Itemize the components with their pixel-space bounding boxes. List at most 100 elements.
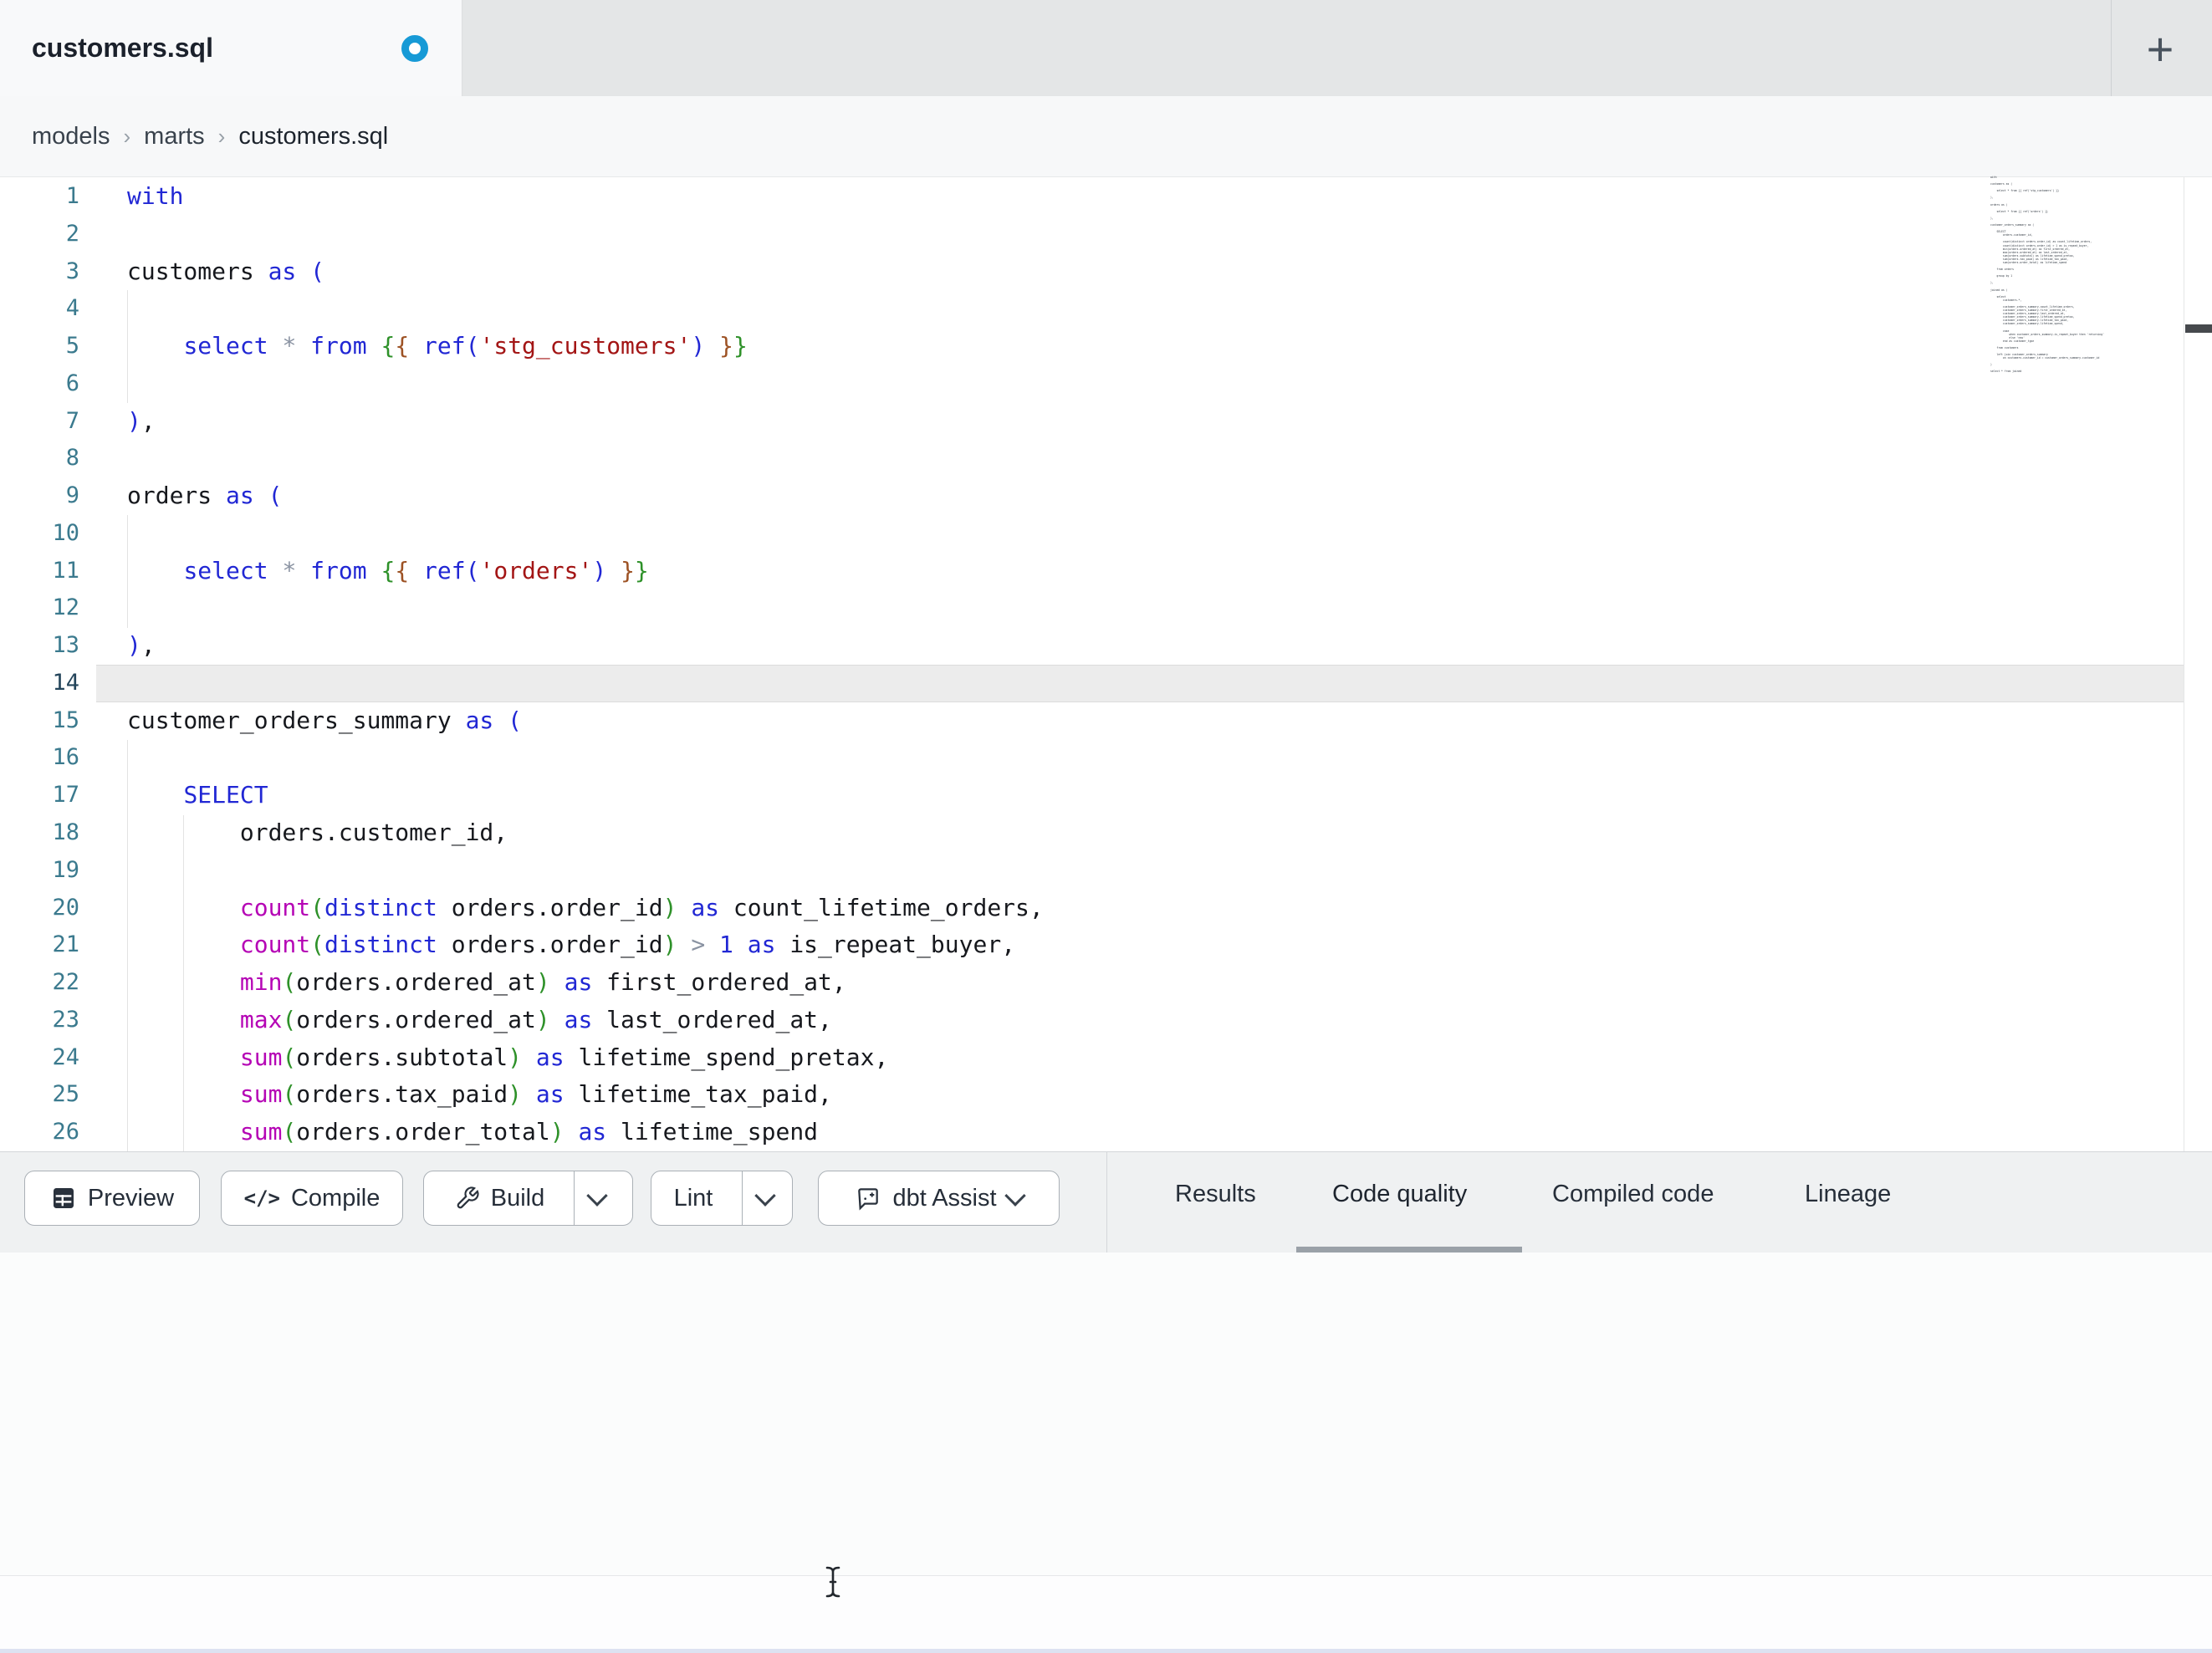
line-number: 25 bbox=[52, 1081, 79, 1108]
code-line[interactable]: 1 with bbox=[0, 178, 2184, 216]
code-line-text bbox=[96, 852, 2184, 890]
code-line[interactable]: 20 count(distinct orders.order_id) as co… bbox=[0, 890, 2184, 927]
preview-button-label: Preview bbox=[87, 1184, 175, 1212]
line-number: 14 bbox=[52, 669, 79, 696]
preview-button[interactable]: Preview bbox=[24, 1171, 200, 1226]
line-number: 9 bbox=[65, 482, 79, 509]
line-number: 20 bbox=[52, 894, 79, 921]
line-number: 7 bbox=[65, 407, 79, 434]
code-line[interactable]: 21 count(distinct orders.order_id) > 1 a… bbox=[0, 926, 2184, 964]
new-tab-button[interactable]: + bbox=[2124, 15, 2196, 82]
code-line-text: sum(orders.subtotal) as lifetime_spend_p… bbox=[239, 1043, 889, 1071]
code-brackets-icon: </> bbox=[243, 1186, 280, 1210]
code-line-text: orders as ( bbox=[127, 482, 283, 510]
build-dropdown-button[interactable] bbox=[574, 1171, 620, 1225]
code-line[interactable]: 7), bbox=[0, 403, 2184, 441]
tab-customers-sql[interactable]: customers.sql bbox=[0, 0, 462, 96]
code-line[interactable]: 16 bbox=[0, 739, 2184, 777]
tab-results[interactable]: Results bbox=[1175, 1181, 1256, 1208]
window-bottom-edge bbox=[0, 1649, 2212, 1653]
code-line[interactable]: 11 select * from {{ ref('orders') }} bbox=[0, 553, 2184, 590]
line-number: 24 bbox=[52, 1043, 79, 1070]
line-number: 18 bbox=[52, 819, 79, 846]
code-line[interactable]: 15 customer_orders_summary as ( bbox=[0, 702, 2184, 740]
minimap[interactable]: with customers as ( select * from {{ ref… bbox=[1990, 176, 2181, 380]
assist-sparkle-chat-icon bbox=[858, 1188, 879, 1211]
active-tab-underline bbox=[1296, 1247, 1522, 1253]
line-number: 26 bbox=[52, 1119, 79, 1145]
code-line[interactable]: 14 bbox=[0, 664, 2184, 702]
dbt-assist-button[interactable]: dbt Assist bbox=[818, 1171, 1060, 1226]
tab-bar: customers.sql + bbox=[0, 0, 2212, 96]
lint-button[interactable]: Lint bbox=[656, 1171, 732, 1225]
chevron-down-icon bbox=[754, 1185, 777, 1207]
indent-guide bbox=[127, 290, 128, 403]
line-number: 12 bbox=[52, 594, 79, 621]
breadcrumb: models › marts › customers.sql bbox=[32, 96, 388, 177]
lint-dropdown-button[interactable] bbox=[742, 1171, 788, 1225]
code-line-text: with bbox=[127, 182, 184, 210]
line-number: 10 bbox=[52, 519, 79, 546]
code-line[interactable]: 9 orders as ( bbox=[0, 477, 2184, 515]
code-line-text: count(distinct orders.order_id) > 1 as i… bbox=[239, 931, 1016, 959]
code-line[interactable]: 5 select * from {{ ref('stg_customers') … bbox=[0, 328, 2184, 365]
tab-code-quality[interactable]: Code quality bbox=[1332, 1181, 1467, 1208]
code-line-text bbox=[96, 589, 2184, 627]
code-line-text: max(orders.ordered_at) as last_ordered_a… bbox=[239, 1005, 832, 1033]
code-line-text: orders.customer_id, bbox=[127, 819, 508, 847]
code-line-text bbox=[96, 515, 2184, 553]
tab-title: customers.sql bbox=[32, 33, 213, 63]
code-line[interactable]: 24 sum(orders.subtotal) as lifetime_spen… bbox=[0, 1039, 2184, 1077]
line-number: 17 bbox=[52, 782, 79, 809]
code-line[interactable]: 12 bbox=[0, 589, 2184, 627]
breadcrumb-separator-icon: › bbox=[217, 124, 226, 149]
code-line[interactable]: 26 sum(orders.order_total) as lifetime_s… bbox=[0, 1114, 2184, 1151]
breadcrumb-bar: models › marts › customers.sql Save bbox=[0, 96, 2212, 265]
toolbar-tabs-divider bbox=[1106, 1152, 1107, 1253]
line-number: 2 bbox=[65, 220, 79, 247]
code-line-text: count(distinct orders.order_id) as count… bbox=[239, 893, 1044, 921]
code-line[interactable]: 18 orders.customer_id, bbox=[0, 814, 2184, 852]
chevron-down-icon bbox=[586, 1185, 608, 1207]
tab-compiled-code[interactable]: Compiled code bbox=[1552, 1181, 1714, 1208]
code-line[interactable]: 13), bbox=[0, 627, 2184, 665]
editor-scrollbar-thumb[interactable] bbox=[2185, 324, 2212, 333]
breadcrumb-separator-icon: › bbox=[123, 124, 131, 149]
code-line[interactable]: 6 bbox=[0, 365, 2184, 403]
dbt-assist-button-label: dbt Assist bbox=[892, 1184, 997, 1212]
wrench-icon bbox=[457, 1186, 479, 1209]
compile-button[interactable]: </> Compile bbox=[221, 1171, 403, 1226]
code-line[interactable]: 23 max(orders.ordered_at) as last_ordere… bbox=[0, 1002, 2184, 1039]
code-line[interactable]: 22 min(orders.ordered_at) as first_order… bbox=[0, 964, 2184, 1002]
tab-lineage[interactable]: Lineage bbox=[1805, 1181, 1891, 1208]
code-line[interactable]: 4 bbox=[0, 290, 2184, 328]
code-line[interactable]: 17 SELECT bbox=[0, 777, 2184, 814]
line-number: 15 bbox=[52, 707, 79, 733]
code-editor[interactable]: 1 with 2 3 customers as (4 5 select * from {{… bbox=[0, 177, 2212, 1151]
code-line-text bbox=[96, 365, 2184, 403]
build-button[interactable]: Build bbox=[437, 1171, 564, 1225]
breadcrumb-item-file: customers.sql bbox=[238, 123, 389, 150]
line-number: 11 bbox=[52, 557, 79, 584]
tabbar-divider bbox=[2111, 0, 2112, 96]
code-line-text bbox=[96, 440, 2184, 477]
code-line-text bbox=[96, 739, 2184, 777]
breadcrumb-item-marts[interactable]: marts bbox=[144, 123, 205, 151]
chevron-down-icon bbox=[1004, 1185, 1026, 1207]
code-quality-panel: </> There is nothing here Press the Lint… bbox=[0, 1253, 2212, 1575]
code-line[interactable]: 25 sum(orders.tax_paid) as lifetime_tax_… bbox=[0, 1076, 2184, 1114]
code-line[interactable]: 19 bbox=[0, 852, 2184, 890]
line-number: 6 bbox=[65, 370, 79, 396]
unsaved-changes-dot-icon bbox=[401, 35, 428, 62]
code-line[interactable]: 8 bbox=[0, 440, 2184, 477]
code-line-text bbox=[96, 290, 2184, 328]
code-line-text: customer_orders_summary as ( bbox=[127, 706, 523, 734]
breadcrumb-item-models[interactable]: models bbox=[32, 123, 110, 151]
indent-guide bbox=[183, 815, 184, 1151]
code-line-text bbox=[96, 664, 2184, 702]
line-number: 21 bbox=[52, 931, 79, 958]
code-line[interactable]: 3 customers as ( bbox=[0, 253, 2184, 291]
code-line-text: customers as ( bbox=[127, 257, 325, 285]
code-line[interactable]: 2 bbox=[0, 216, 2184, 253]
code-line[interactable]: 10 bbox=[0, 515, 2184, 553]
